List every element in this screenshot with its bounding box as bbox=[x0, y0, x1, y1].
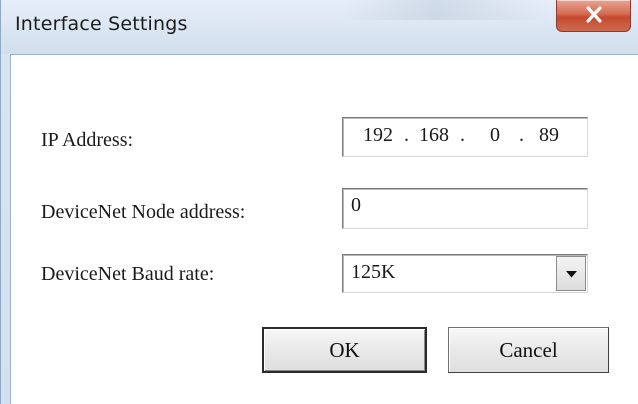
ip-address-input[interactable]: 192 . 168 . 0 . 89 bbox=[342, 117, 588, 157]
node-address-label: DeviceNet Node address: bbox=[41, 201, 246, 223]
node-address-input[interactable]: 0 bbox=[342, 188, 588, 229]
close-icon bbox=[586, 6, 602, 23]
baud-rate-label: DeviceNet Baud rate: bbox=[41, 263, 215, 285]
chevron-down-icon bbox=[566, 271, 577, 278]
title-bar[interactable]: Interface Settings bbox=[1, 0, 638, 54]
ip-address-label: IP Address: bbox=[41, 129, 134, 151]
dialog-window: Interface Settings IP Address: 192 . 168… bbox=[0, 0, 638, 404]
ip-octet-3[interactable]: 0 bbox=[490, 124, 500, 147]
node-address-value: 0 bbox=[351, 194, 361, 216]
baud-rate-dropdown-button[interactable] bbox=[556, 256, 586, 291]
title-bar-glare bbox=[341, 0, 551, 20]
ip-octet-1[interactable]: 192 bbox=[363, 124, 393, 147]
ip-dot-3: . bbox=[519, 124, 524, 146]
baud-rate-select[interactable]: 125K bbox=[342, 254, 588, 293]
cancel-button[interactable]: Cancel bbox=[448, 327, 609, 373]
ip-octet-4[interactable]: 89 bbox=[539, 124, 559, 147]
close-button[interactable] bbox=[556, 0, 631, 32]
dialog-client-area: IP Address: 192 . 168 . 0 . 89 DeviceNet… bbox=[10, 54, 638, 404]
baud-rate-value: 125K bbox=[351, 261, 396, 283]
ip-dot-2: . bbox=[460, 124, 465, 146]
ok-button[interactable]: OK bbox=[262, 327, 427, 373]
ip-octet-2[interactable]: 168 bbox=[419, 124, 449, 147]
ip-dot-1: . bbox=[404, 124, 409, 146]
window-title: Interface Settings bbox=[15, 13, 188, 35]
